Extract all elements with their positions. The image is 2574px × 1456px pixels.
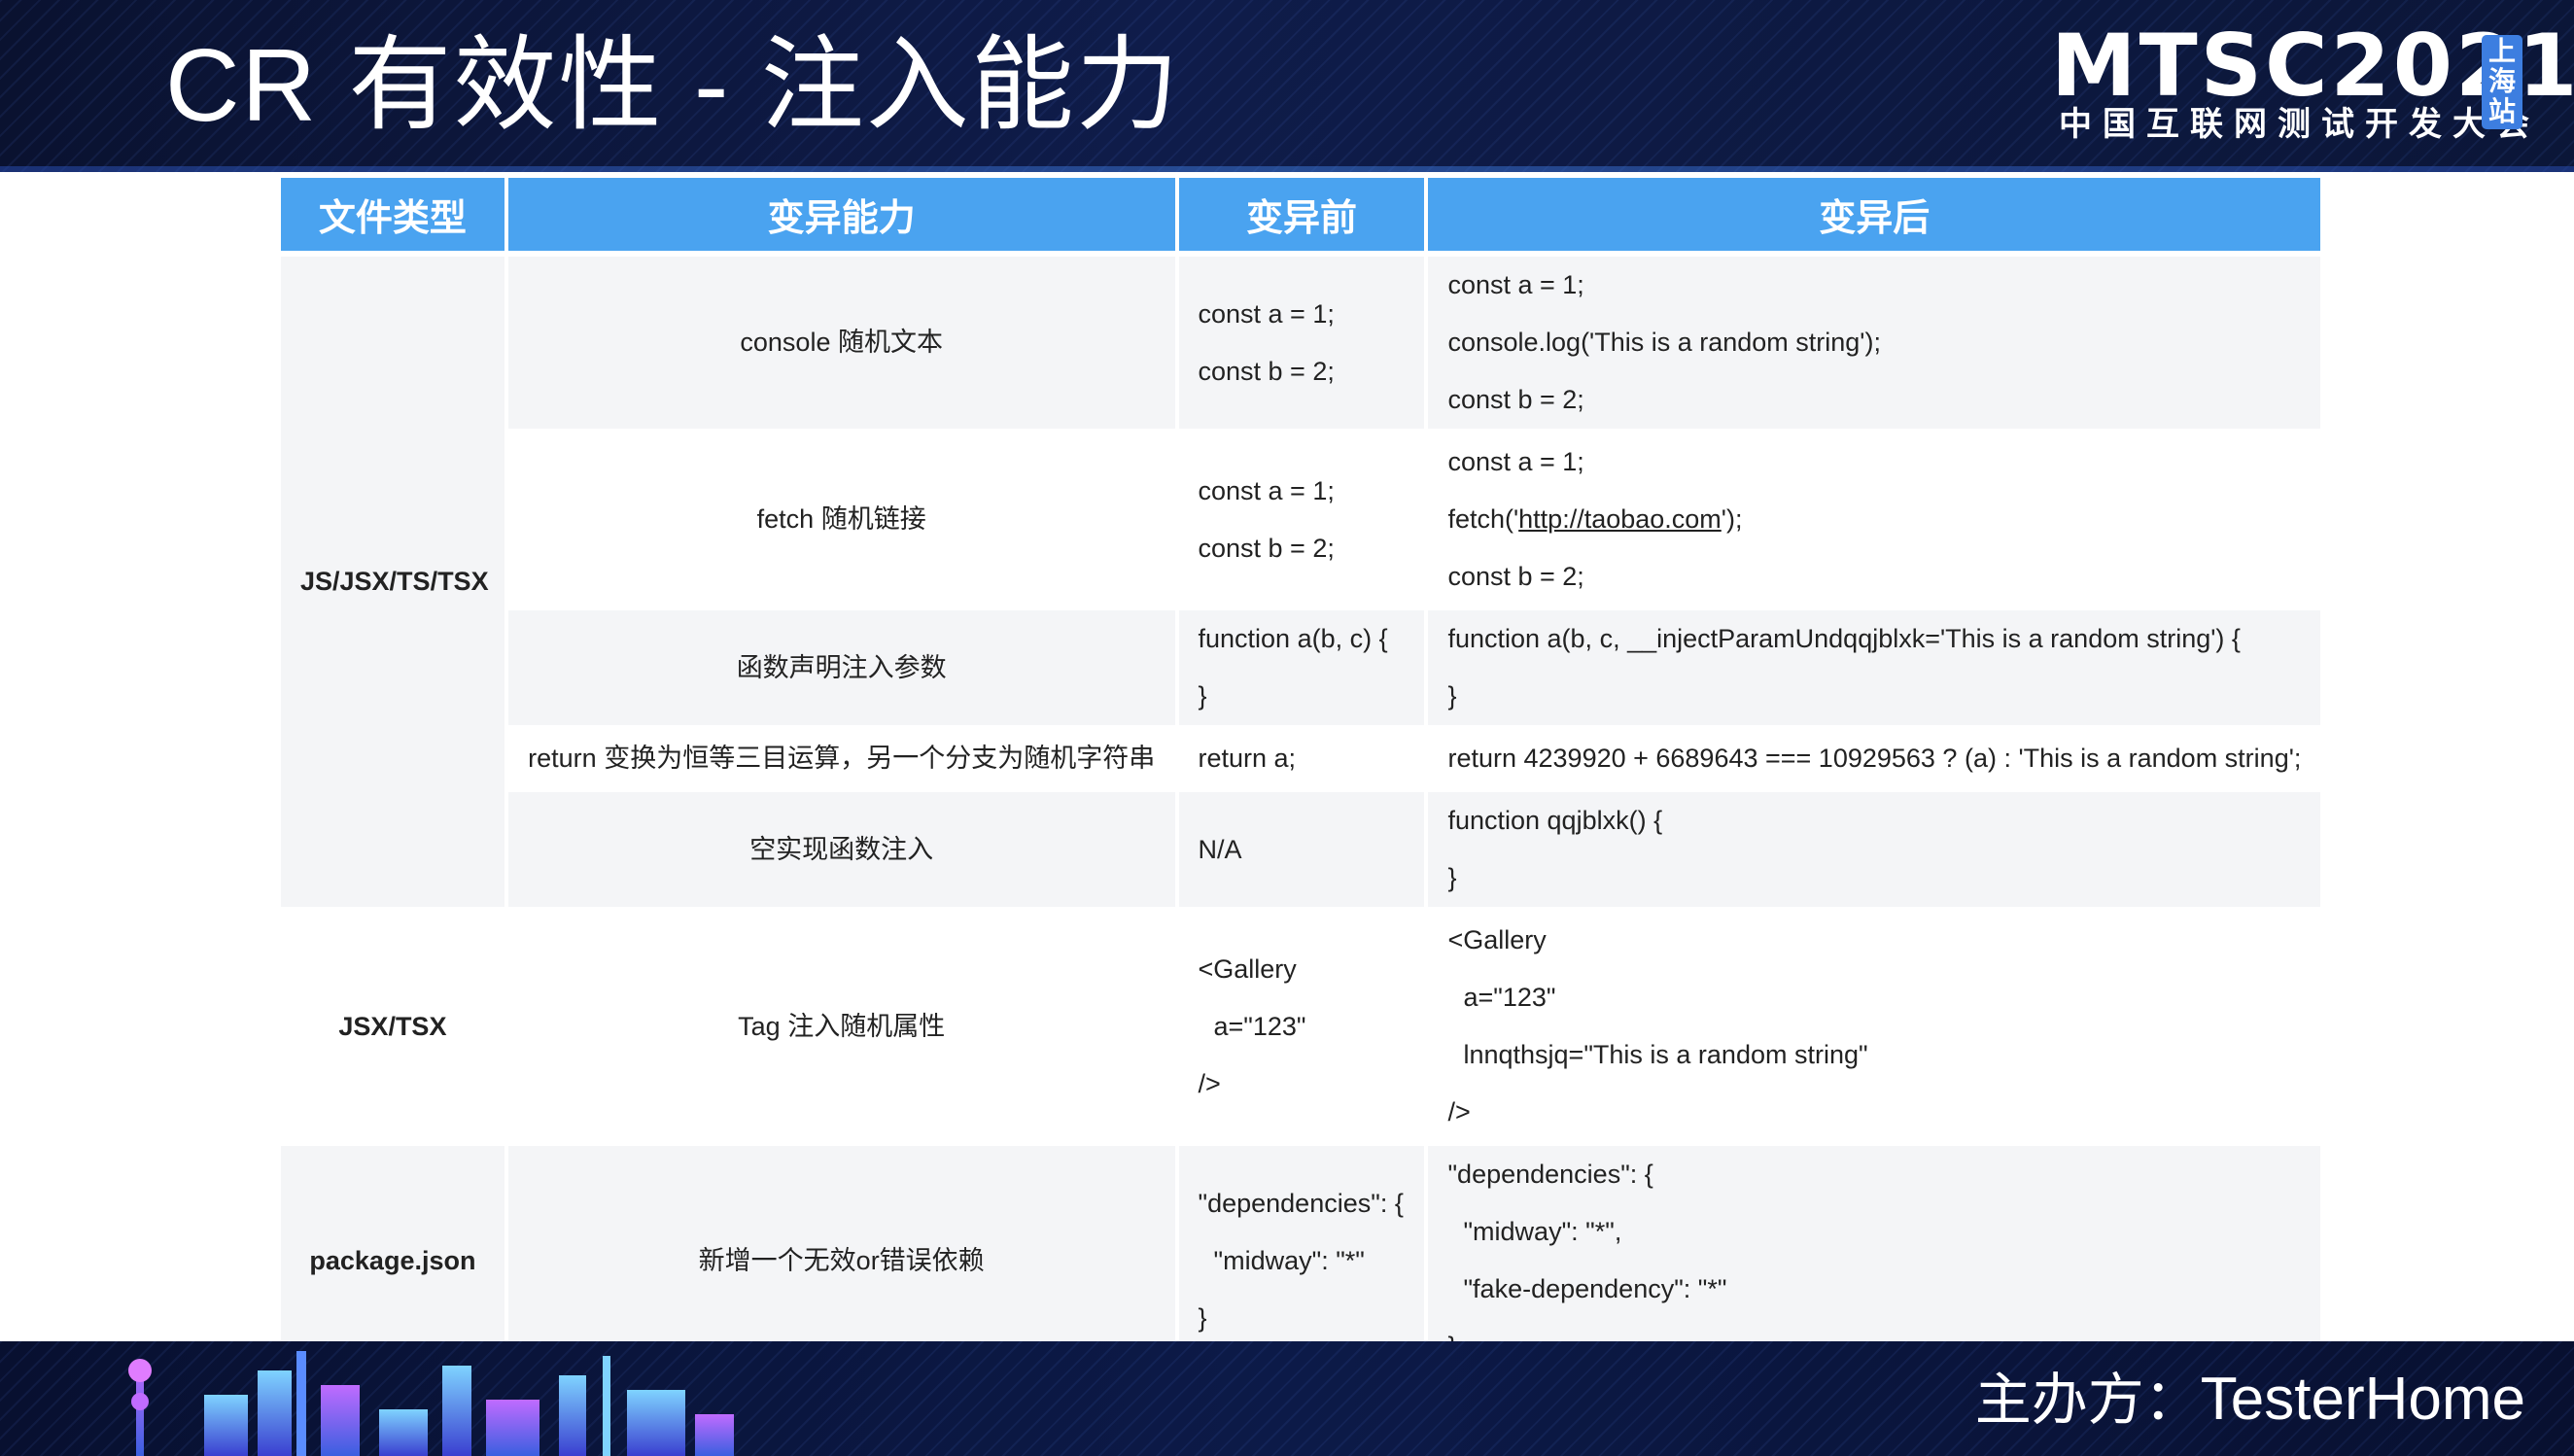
- code-line: "midway": "*",: [1463, 1217, 1622, 1246]
- ability-cell: fetch 随机链接: [507, 433, 1175, 610]
- city-badge: 上 海 站: [2482, 35, 2522, 129]
- code-text: ');: [1721, 504, 1743, 534]
- after-cell: function a(b, c, __injectParamUndqqjblxk…: [1428, 610, 2320, 730]
- code-line: const a = 1;: [1447, 270, 1584, 299]
- badge-char: 上: [2487, 36, 2516, 66]
- code-line: }: [1198, 1302, 1207, 1333]
- header-after: 变异后: [1428, 178, 2320, 257]
- code-line: return a;: [1198, 744, 1297, 773]
- table-row: JSX/TSX Tag 注入随机属性 <Gallery a="123" /> <…: [281, 912, 2320, 1146]
- mtsc-logo: MTSC2021 中国互联网测试开发大会: [2051, 23, 2574, 144]
- ability-cell: 空实现函数注入: [507, 792, 1175, 912]
- before-cell: const a = 1; const b = 2;: [1178, 433, 1425, 610]
- header-mutation-ability: 变异能力: [507, 178, 1175, 257]
- table-header-row: 文件类型 变异能力 变异前 变异后: [281, 178, 2320, 257]
- after-cell: const a = 1; fetch('http://taobao.com');…: [1428, 433, 2320, 610]
- file-type-cell: JSX/TSX: [281, 912, 504, 1146]
- table-row: fetch 随机链接 const a = 1; const b = 2; con…: [281, 433, 2320, 610]
- code-line: return 4239920 + 6689643 === 10929563 ? …: [1447, 744, 2302, 773]
- before-cell: const a = 1; const b = 2;: [1178, 257, 1425, 433]
- mutation-table: 文件类型 变异能力 变异前 变异后 JS/JSX/TS/TSX console …: [277, 178, 2324, 1380]
- file-type-cell: JS/JSX/TS/TSX: [281, 257, 504, 912]
- code-line: function a(b, c, __injectParamUndqqjblxk…: [1447, 624, 2241, 653]
- table-row: return 变换为恒等三目运算，另一个分支为随机字符串 return a; r…: [281, 730, 2320, 792]
- ability-cell: return 变换为恒等三目运算，另一个分支为随机字符串: [507, 730, 1175, 792]
- code-line: }: [1447, 863, 1457, 892]
- table-row: 函数声明注入参数 function a(b, c) { } function a…: [281, 610, 2320, 730]
- table-row: 空实现函数注入 N/A function qqjblxk() { }: [281, 792, 2320, 912]
- after-cell: const a = 1; console.log('This is a rand…: [1428, 257, 2320, 433]
- ability-cell: console 随机文本: [507, 257, 1175, 433]
- header-before: 变异前: [1178, 178, 1425, 257]
- code-line: "midway": "*": [1213, 1245, 1365, 1275]
- code-line: a="123": [1213, 1011, 1306, 1041]
- code-line: "fake-dependency": "*": [1463, 1274, 1727, 1303]
- code-line: const a = 1;: [1198, 475, 1335, 505]
- code-line: const a = 1;: [1447, 447, 1584, 476]
- code-line: const b = 2;: [1447, 562, 1584, 591]
- header-file-type: 文件类型: [281, 178, 504, 257]
- slide-title: CR 有效性 - 注入能力: [165, 28, 1181, 143]
- code-line: const b = 2;: [1198, 533, 1335, 563]
- table-row: JS/JSX/TS/TSX console 随机文本 const a = 1; …: [281, 257, 2320, 912]
- code-line: console.log('This is a random string');: [1447, 328, 1881, 357]
- mutation-table-container: 文件类型 变异能力 变异前 变异后 JS/JSX/TS/TSX console …: [281, 178, 2320, 1380]
- logo-subtitle: 中国互联网测试开发大会: [2059, 106, 2540, 143]
- after-cell: <Gallery a="123" lnnqthsjq="This is a ra…: [1428, 912, 2320, 1146]
- code-line: lnnqthsjq="This is a random string": [1463, 1040, 1868, 1069]
- city-skyline-graphic: [128, 1351, 734, 1456]
- organizer-credit: 主办方：TesterHome: [1975, 1363, 2525, 1437]
- ability-cell: Tag 注入随机属性: [507, 912, 1175, 1146]
- after-cell: return 4239920 + 6689643 === 10929563 ? …: [1428, 730, 2320, 792]
- before-cell: return a;: [1178, 730, 1425, 792]
- code-line: "dependencies": {: [1198, 1188, 1404, 1218]
- code-line: />: [1447, 1097, 1471, 1127]
- footer-banner: 主办方：TesterHome: [0, 1341, 2574, 1456]
- code-line: "dependencies": {: [1447, 1160, 1653, 1189]
- before-cell: <Gallery a="123" />: [1178, 912, 1425, 1146]
- before-cell: N/A: [1178, 792, 1425, 912]
- before-cell: function a(b, c) { }: [1178, 610, 1425, 730]
- code-line: function qqjblxk() {: [1447, 806, 1663, 835]
- code-line: const b = 2;: [1447, 385, 1584, 414]
- code-line: const a = 1;: [1198, 298, 1335, 329]
- taobao-link[interactable]: http://taobao.com: [1518, 504, 1722, 534]
- ability-cell: 函数声明注入参数: [507, 610, 1175, 730]
- badge-char: 海: [2487, 66, 2516, 96]
- code-line: <Gallery: [1198, 953, 1297, 984]
- after-cell: function qqjblxk() { }: [1428, 792, 2320, 912]
- code-line: <Gallery: [1447, 925, 1547, 954]
- badge-char: 站: [2487, 96, 2516, 126]
- code-line: a="123": [1463, 983, 1556, 1012]
- code-line: />: [1198, 1068, 1221, 1098]
- organizer-label: 主办方：: [1974, 1369, 2201, 1432]
- code-line: N/A: [1198, 834, 1242, 864]
- code-line: function a(b, c) {: [1198, 624, 1388, 653]
- code-line: }: [1447, 681, 1457, 711]
- testerhome-brand: TesterHome: [2200, 1366, 2525, 1433]
- code-line: }: [1198, 681, 1207, 711]
- code-text: fetch(': [1447, 504, 1519, 534]
- header-banner: CR 有效性 - 注入能力 MTSC2021 中国互联网测试开发大会 上 海 站: [0, 0, 2574, 172]
- code-line: fetch('http://taobao.com');: [1447, 491, 2301, 548]
- code-line: const b = 2;: [1198, 356, 1335, 386]
